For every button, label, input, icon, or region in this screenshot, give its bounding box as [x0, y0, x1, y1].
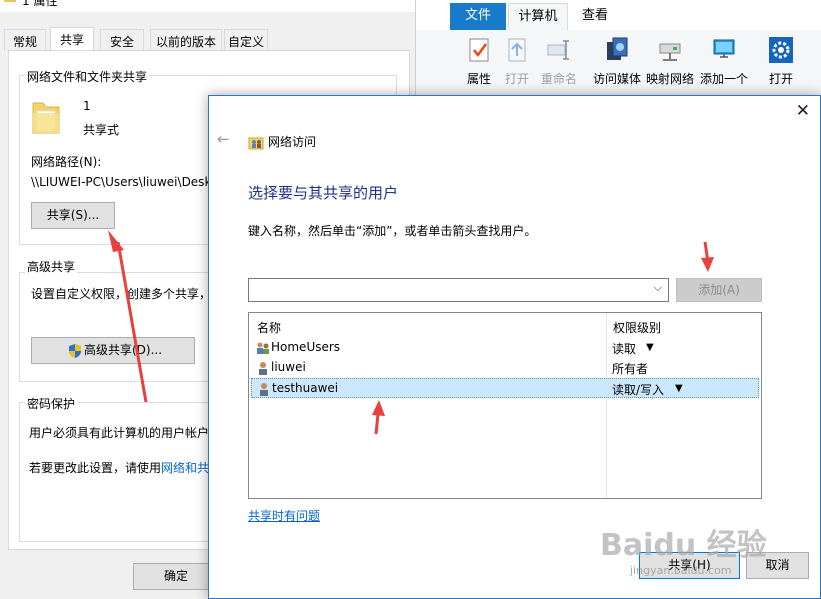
dialog-description: 键入名称，然后单击“添加”，或者单击箭头查找用户。: [248, 224, 537, 238]
map-drive-icon: [659, 43, 681, 61]
ribbon-add-location-label: 添加一个: [699, 72, 748, 86]
ribbon-access-media-label: 访问媒体: [592, 72, 641, 86]
watermark-text: Baidu 经验: [600, 528, 767, 563]
column-header-permission[interactable]: 权限级别: [613, 319, 661, 336]
advanced-sharing-button-label: 高级共享(D)...: [84, 343, 163, 357]
ribbon-rename-label: 重命名: [540, 72, 577, 86]
ribbon-file-tab[interactable]: 文件: [450, 3, 506, 30]
network-path-label: 网络路径(N):: [31, 155, 102, 169]
properties-title: 1 属性: [22, 0, 58, 8]
dropdown-arrow-icon[interactable]: ▼: [646, 342, 654, 353]
group-icon: [257, 342, 269, 354]
shared-folder-icon: [32, 102, 60, 134]
rename-icon: [547, 40, 569, 60]
folder-icon: [4, 0, 16, 2]
tab-previous-versions[interactable]: 以前的版本: [150, 29, 222, 51]
properties-icon: [469, 38, 489, 62]
sharing-trouble-link[interactable]: 共享时有问题: [248, 507, 320, 524]
permission-level[interactable]: 读取: [612, 340, 636, 357]
ribbon-open-settings-button[interactable]: 打开: [761, 36, 801, 92]
dialog-instruction: 选择要与其共享的用户: [248, 184, 399, 202]
advanced-sharing-group-label: 高级共享: [25, 258, 78, 275]
media-icon: [607, 37, 628, 60]
folder-share-status: 共享式: [83, 123, 120, 137]
add-button[interactable]: 添加(A): [676, 278, 762, 302]
password-protection-description: 用户必须具有此计算机的用户帐户: [29, 426, 210, 440]
uac-shield-icon: [69, 344, 81, 358]
ribbon-map-drive-label: 映射网络: [645, 72, 694, 86]
permission-level[interactable]: 读取/写入: [612, 381, 664, 398]
properties-titlebar: 1 属性: [0, 0, 415, 12]
user-name: HomeUsers: [271, 340, 341, 354]
watermark-subtext: jingyan.baidu.com: [630, 564, 732, 577]
advanced-sharing-button[interactable]: 高级共享(D)...: [31, 337, 195, 364]
password-change-hint: 若要更改此设置，请使用网络和共: [29, 459, 209, 476]
user-permission-list: 名称 权限级别 HomeUsers 读取 ▼ liuwei 所有者 testhu…: [248, 312, 762, 499]
ribbon-rename-button[interactable]: 重命名: [533, 36, 585, 92]
network-path-value[interactable]: \\LIUWEI-PC\Users\liuwei\Desk: [31, 175, 211, 189]
close-icon[interactable]: ✕: [796, 101, 810, 121]
permission-level: 所有者: [612, 362, 649, 376]
add-location-icon: [713, 39, 735, 58]
user-name: liuwei: [271, 360, 306, 374]
network-sharing-icon: [248, 137, 264, 150]
advanced-sharing-description: 设置自定义权限，创建多个共享，: [31, 287, 212, 301]
ribbon-add-location-button[interactable]: 添加一个: [698, 36, 750, 92]
tab-general[interactable]: 常规: [4, 29, 46, 51]
ribbon-tab-view[interactable]: 查看: [574, 3, 616, 30]
back-arrow-icon[interactable]: ←: [217, 130, 230, 148]
ribbon-map-drive-button[interactable]: 映射网络: [644, 36, 696, 92]
network-sharing-group-label: 网络文件和文件夹共享: [25, 68, 150, 85]
ribbon-access-media-button[interactable]: 访问媒体: [591, 36, 643, 92]
chevron-down-icon[interactable]: ⌵: [654, 281, 662, 295]
tab-customize[interactable]: 自定义: [224, 29, 268, 51]
folder-name: 1: [83, 99, 91, 113]
ribbon-tab-computer[interactable]: 计算机: [508, 3, 568, 30]
password-change-prefix: 若要更改此设置，请使用: [29, 461, 162, 475]
user-icon: [259, 362, 267, 375]
share-button[interactable]: 共享(S)...: [31, 202, 115, 229]
ribbon-tab-row: 文件 计算机 查看: [416, 0, 821, 30]
ribbon-open-settings-label: 打开: [768, 72, 793, 86]
list-item[interactable]: HomeUsers 读取 ▼: [251, 338, 759, 358]
tab-sharing[interactable]: 共享: [50, 27, 94, 52]
list-item[interactable]: liuwei 所有者: [251, 358, 759, 378]
settings-icon: [769, 37, 793, 63]
user-icon: [260, 383, 268, 396]
ok-button[interactable]: 确定: [133, 563, 219, 590]
open-icon: [508, 38, 526, 62]
dialog-header-title: 网络访问: [268, 135, 317, 149]
tab-security[interactable]: 安全: [100, 29, 144, 51]
baidu-watermark: Baidu 经验 jingyan.baidu.com: [600, 520, 790, 580]
dropdown-arrow-icon[interactable]: ▼: [675, 383, 683, 394]
explorer-ribbon: 文件 计算机 查看 属性 打开 重命名 访问媒体 映射网络 添加一个 打开: [416, 0, 821, 95]
network-sharing-center-link[interactable]: 网络和共: [161, 461, 209, 475]
list-item-selected[interactable]: testhuawei 读取/写入 ▼: [251, 378, 759, 398]
password-protection-group-label: 密码保护: [25, 395, 78, 412]
column-header-name[interactable]: 名称: [257, 319, 281, 336]
user-name: testhuawei: [272, 381, 339, 395]
user-name-combobox[interactable]: ⌵: [248, 278, 669, 302]
